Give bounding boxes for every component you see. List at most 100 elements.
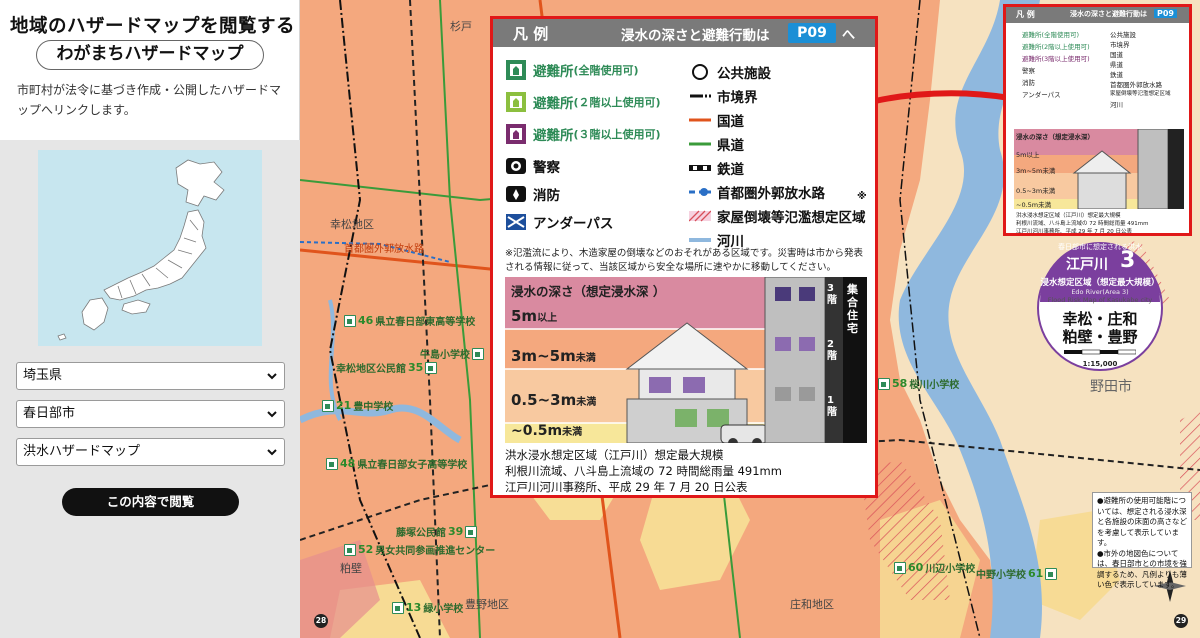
- legend-city-boundary: 市境界: [689, 85, 758, 107]
- badge-river: 江戸川: [1066, 257, 1108, 273]
- mini-item-r6: 家屋倒壊等氾濫想定区域: [1110, 91, 1171, 97]
- mini-footer-1: 利根川流域、八斗島上流域の 72 時間総雨量 491mm: [1016, 221, 1149, 227]
- depth-level-05m: ~0.5m未満: [511, 423, 583, 439]
- facility-48[interactable]: 48 県立春日部女子高等学校: [326, 456, 467, 471]
- legend-underpass: アンダーパス: [505, 211, 613, 233]
- legend-page-suffix: へ: [842, 28, 856, 43]
- legend-discharge-channel: 首都圏外郭放水路: [689, 181, 825, 203]
- facility-39[interactable]: 藤塚公民館 39: [396, 524, 478, 539]
- mini-item-r5: 首都圏外郭放水路: [1110, 81, 1162, 89]
- legend-fire: 消防: [505, 183, 560, 205]
- mini-footer-0: 洪水浸水想定区域（江戸川）想定最大規模: [1016, 213, 1121, 219]
- prefecture-select-value: 埼玉県: [23, 368, 63, 383]
- facility-61[interactable]: 中野小学校 61: [976, 566, 1058, 581]
- prefecture-select[interactable]: 埼玉県: [16, 362, 285, 390]
- chevron-down-icon: [267, 411, 277, 418]
- shelter-icon: [322, 399, 334, 412]
- shelter-icon: [465, 525, 478, 538]
- legend-pref-road: 県道: [689, 133, 744, 155]
- national-road-icon: [689, 109, 711, 131]
- facility-13[interactable]: 13 緑小学校: [392, 600, 463, 615]
- pref-road-icon: [689, 133, 711, 155]
- mini-legend-panel[interactable]: 凡 例 浸水の深さと避難行動は P09 避難所(全階使用可) 避難所(2階以上使…: [1003, 4, 1192, 236]
- scale-bar-icon: [1064, 349, 1136, 355]
- legend-shelter-2f: 避難所 (２階以上使用可): [505, 91, 661, 113]
- shelter-3f-icon: [505, 123, 527, 145]
- railway-icon: [689, 157, 711, 179]
- facility-21[interactable]: 21 豊中学校: [322, 398, 393, 413]
- mini-legend-header: 凡 例 浸水の深さと避難行動は P09: [1006, 7, 1189, 23]
- mini-item-r7: 河川: [1110, 101, 1123, 109]
- legend-page-tag[interactable]: P09: [788, 23, 836, 43]
- shelter-icon: [344, 543, 356, 556]
- legend-title: 凡 例: [513, 25, 549, 43]
- mini-item-r1: 市境界: [1110, 41, 1130, 49]
- boundary-line-icon: [689, 85, 711, 107]
- japan-map[interactable]: [38, 150, 262, 346]
- police-icon: [505, 155, 527, 177]
- shelter-icon: [392, 601, 404, 614]
- legend-footer-line1: 洪水浸水想定区域（江戸川）想定最大規模: [505, 448, 724, 462]
- map-type-select-value: 洪水ハザードマップ: [23, 444, 141, 459]
- badge-english: Edo River(Area 3): [1071, 288, 1129, 296]
- facility-58[interactable]: 58 桜川小学校: [878, 376, 959, 391]
- shelter-2f-icon: [505, 91, 527, 113]
- map-note-box: ●避難所の使用可能階については、想定される浸水深と各施設の床面の高さなどを考慮し…: [1092, 492, 1192, 589]
- badge-scale-type: 浸水想定区域（想定最大規模）: [1040, 278, 1160, 288]
- mini-depth-0: 5m以上: [1016, 151, 1040, 159]
- city-label-noda: 野田市: [1090, 379, 1132, 395]
- legend-subtitle: 浸水の深さと避難行動は: [621, 28, 770, 44]
- badge-english2: Flood Risk Map of Kasukabe city: [1047, 296, 1153, 304]
- view-button[interactable]: この内容で閲覧: [62, 488, 239, 516]
- hatched-zone-icon: [688, 205, 712, 227]
- mini-item-5: アンダーパス: [1022, 91, 1061, 99]
- legend-panel: 凡 例 浸水の深さと避難行動は P09 へ 避難所 (全階使用可) 避難所 (２階以…: [490, 16, 882, 498]
- fire-station-icon: [505, 183, 527, 205]
- depth-level-05-3m: 0.5~3m未満: [511, 391, 597, 409]
- legend-footer-line3: 江戸川河川事務所、平成 29 年 7 月 20 日公表: [505, 480, 748, 494]
- chevron-down-icon: [267, 373, 277, 380]
- shelter-icon: [472, 347, 484, 360]
- facility-52[interactable]: 52 男女共同参画推進センター: [344, 542, 495, 557]
- page-number-left: 28: [314, 614, 328, 628]
- floor-label-1: 1階: [827, 395, 837, 418]
- district-label-toyono: 豊野地区: [465, 598, 509, 611]
- page-number-right: 29: [1174, 614, 1188, 628]
- map-type-select[interactable]: 洪水ハザードマップ: [16, 438, 285, 466]
- badge-district-2: 粕壁・豊野: [1062, 328, 1138, 346]
- mini-item-r3: 県道: [1110, 61, 1123, 69]
- city-select[interactable]: 春日部市: [16, 400, 285, 428]
- legend-footer-line2: 利根川流域、八斗島上流域の 72 時間総雨量 491mm: [505, 464, 782, 478]
- chevron-down-icon: [267, 449, 277, 456]
- sidebar-title: 地域のハザードマップを閲覧する: [10, 16, 296, 37]
- road-label-discharge: 首都圏外郭放水路: [344, 244, 424, 255]
- legend-national-road: 国道: [689, 109, 744, 131]
- legend-header: 凡 例 浸水の深さと避難行動は P09 へ: [493, 19, 875, 47]
- mini-depth-3: ~0.5m未満: [1016, 201, 1052, 209]
- mini-item-r2: 国道: [1110, 51, 1123, 59]
- public-facility-icon: [689, 61, 711, 83]
- legend-note: ※氾濫流により、木造家屋の倒壊などのおそれがある区域です。災害時は市から発表 さ…: [505, 248, 882, 273]
- shelter-icon: [326, 457, 338, 470]
- badge-scale: 1:15,000: [1082, 360, 1118, 368]
- legend-shelter-3f: 避難所 (３階以上使用可): [505, 123, 661, 145]
- mini-item-3: 警察: [1022, 67, 1035, 75]
- facility-ushijima[interactable]: 牛島小学校: [420, 346, 484, 361]
- mini-item-4: 消防: [1022, 79, 1035, 87]
- mini-depth-1: 3m~5m未満: [1016, 167, 1056, 175]
- depth-level-5m: 5m以上: [511, 307, 558, 325]
- sidebar-description: 市町村が法令に基づき作成・公開したハザードマップへリンクします。: [17, 83, 282, 117]
- badge-top-text: 春日部市に想定される洪水: [1058, 243, 1142, 251]
- legend-police: 警察: [505, 155, 560, 177]
- facility-46[interactable]: 46 県立春日部東高等学校: [344, 313, 475, 328]
- floor-label-2: 2階: [827, 339, 837, 362]
- facility-35[interactable]: 幸松地区公民館 35: [336, 360, 438, 375]
- shelter-icon: [1045, 567, 1058, 580]
- legend-collapse-zone: 家屋倒壊等氾濫想定区域 ※: [688, 191, 867, 227]
- district-label-showa: 庄和地区: [790, 598, 834, 611]
- badge-area-num: 3: [1120, 248, 1136, 273]
- shelter-icon: [425, 361, 438, 374]
- mini-item-1: 避難所(2階以上使用可): [1022, 43, 1090, 51]
- mini-item-0: 避難所(全階使用可): [1022, 31, 1080, 39]
- facility-60[interactable]: 60 川辺小学校: [894, 560, 975, 575]
